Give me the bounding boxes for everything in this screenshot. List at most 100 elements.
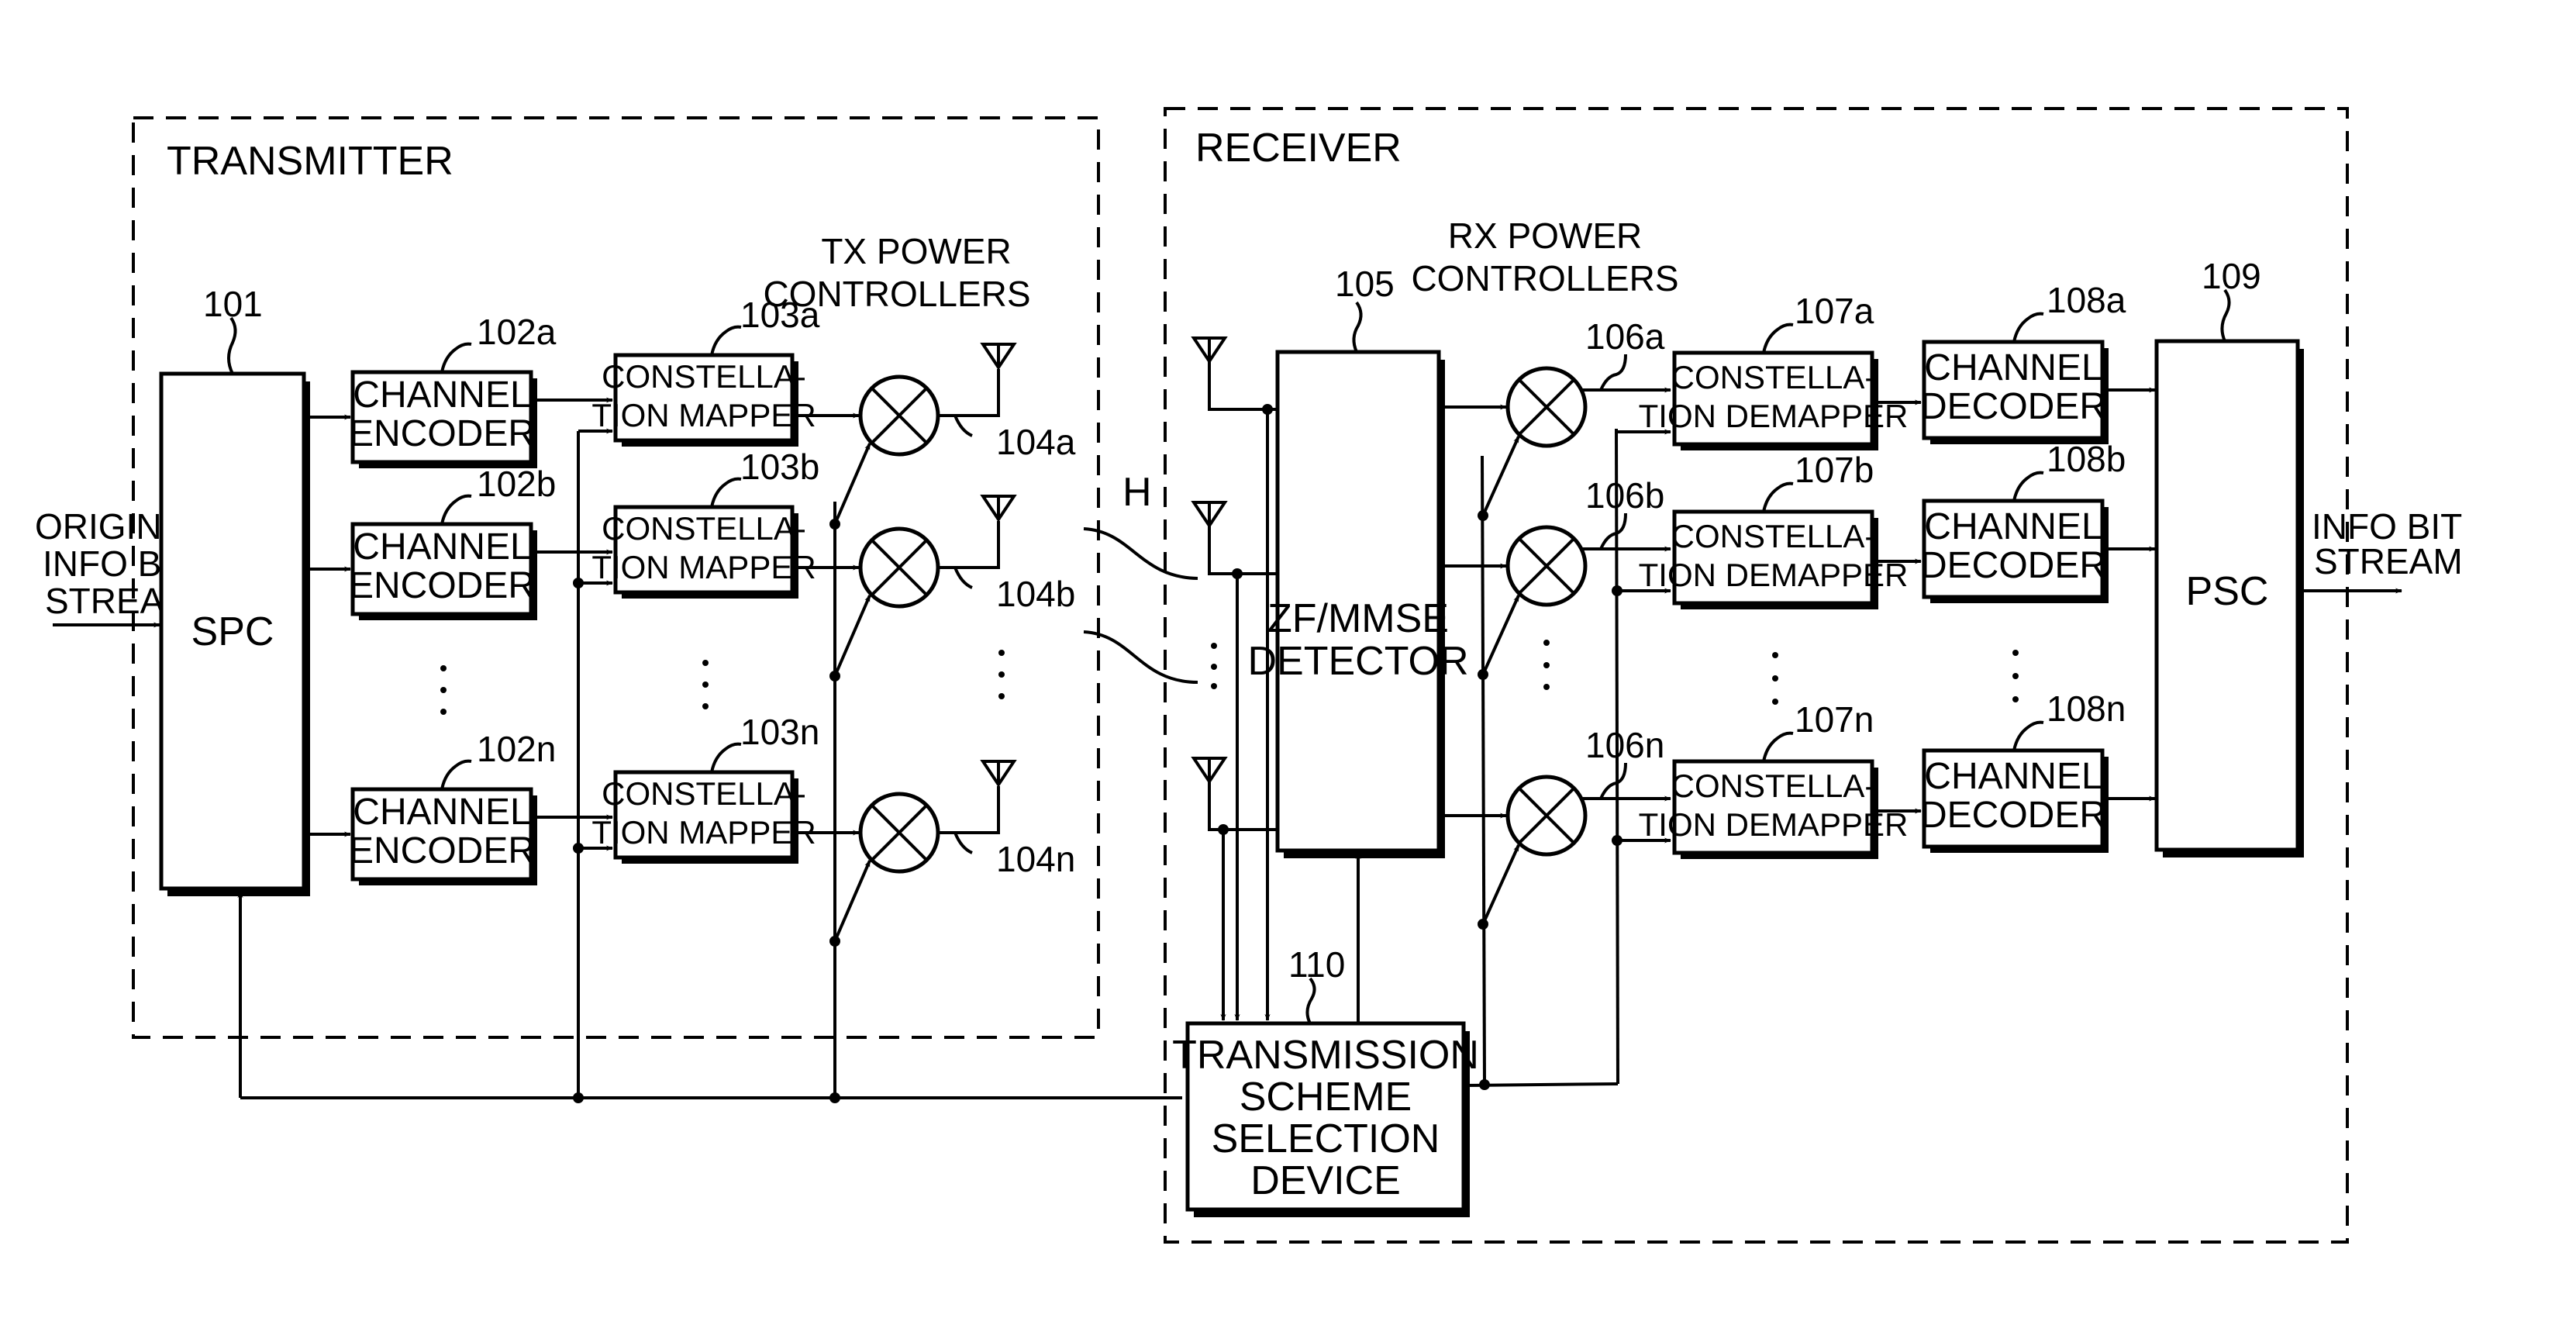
ref-107a: 107a <box>1795 291 1874 331</box>
channel-encoder-n[interactable]: CHANNELENCODER <box>349 787 537 885</box>
ref-105: 105 <box>1335 264 1395 304</box>
ref-103b: 103b <box>740 447 819 487</box>
rx-antenna-icon <box>1191 757 1228 785</box>
constellation-mapper-b[interactable]: CONSTELLA-TION MAPPER <box>591 505 816 599</box>
svg-text:CONTROLLERS: CONTROLLERS <box>1411 258 1678 298</box>
rx-power-controllers-label: RX POWER CONTROLLERS <box>1411 216 1678 298</box>
tx-power-controller-a[interactable] <box>858 374 940 457</box>
transmission-scheme-selection-device[interactable]: TRANSMISSION SCHEME SELECTION DEVICE <box>1172 1021 1479 1217</box>
tx-power-controller-n[interactable] <box>858 792 940 874</box>
tx-chain-row: CHANNELENCODER 102b CONSTELLA-TION MAPPER 1… <box>304 447 1075 681</box>
leader-102a <box>440 342 472 373</box>
ref-104n: 104n <box>996 839 1075 879</box>
ref-106n: 106n <box>1585 725 1664 765</box>
leader-107a <box>1762 323 1794 354</box>
tx-antenna-icon <box>980 495 1017 523</box>
tx-power-controller-b[interactable] <box>858 526 940 609</box>
constellation-demapper-b-label-line1: CONSTELLA- <box>1671 518 1876 554</box>
leader-108b <box>2012 471 2044 502</box>
leader-101 <box>227 316 237 374</box>
ref-104a: 104a <box>996 422 1076 462</box>
channel-encoder-a[interactable]: CHANNELENCODER <box>349 370 537 468</box>
leader-103n <box>710 742 742 773</box>
leader-102n <box>440 759 472 790</box>
rx-power-controller-n[interactable] <box>1505 775 1588 857</box>
demapper-control-bus <box>1615 428 1619 1085</box>
detector-label-line2: DETECTOR <box>1247 639 1468 684</box>
constellation-demapper-n[interactable]: CONSTELLA-TION DEMAPPER <box>1639 759 1909 859</box>
rx-antenna-icon <box>1191 336 1228 364</box>
channel-path-2 <box>1083 630 1198 684</box>
rx-power-control-bus <box>1481 455 1486 1085</box>
rx-power-controller-a[interactable] <box>1505 366 1588 448</box>
rx-power-controller-b[interactable] <box>1505 525 1588 607</box>
rx-ellipsis <box>1543 640 2019 705</box>
psc-label: PSC <box>2186 569 2269 614</box>
svg-text:STREAM: STREAM <box>2314 541 2463 581</box>
tssd-label-line4: DEVICE <box>1250 1158 1401 1203</box>
channel-encoder-a-label-line2: ENCODER <box>349 413 535 454</box>
ref-104b: 104b <box>996 574 1075 614</box>
ref-106b: 106b <box>1585 475 1664 516</box>
channel-encoder-n-label-line1: CHANNEL <box>353 792 530 833</box>
detector-label-line1: ZF/MMSE <box>1267 596 1449 641</box>
ref-108b: 108b <box>2047 439 2126 479</box>
mimo-block-diagram: TRANSMITTER RECEIVER ORIGINAL INFO BIT S… <box>35 107 2463 1244</box>
leader-110 <box>1305 977 1316 1024</box>
channel-decoder-a[interactable]: CHANNELDECODER <box>1920 340 2109 444</box>
constellation-mapper-n-label-line1: CONSTELLA- <box>602 775 806 812</box>
channel-decoder-b-label-line2: DECODER <box>1920 545 2106 586</box>
tx-ellipsis <box>440 650 1005 715</box>
zf-mmse-detector-block[interactable]: ZF/MMSE DETECTOR <box>1247 350 1469 858</box>
tssd-label-line3: SELECTION <box>1212 1116 1440 1161</box>
constellation-mapper-n-label-line2: TION MAPPER <box>591 814 816 851</box>
constellation-mapper-a-label-line2: TION MAPPER <box>591 397 816 433</box>
channel-decoder-b-label-line1: CHANNEL <box>1924 506 2102 547</box>
channel-encoder-n-label-line2: ENCODER <box>349 830 535 871</box>
constellation-demapper-n-label-line2: TION DEMAPPER <box>1639 806 1909 843</box>
tx-antenna-icon <box>980 760 1017 788</box>
channel-decoder-b[interactable]: CHANNELDECODER <box>1920 499 2109 603</box>
leader-107n <box>1762 731 1794 762</box>
constellation-demapper-b[interactable]: CONSTELLA-TION DEMAPPER <box>1639 509 1909 609</box>
constellation-mapper-b-label-line1: CONSTELLA- <box>602 510 806 547</box>
channel-decoder-n-label-line2: DECODER <box>1920 795 2106 836</box>
ref-102b: 102b <box>477 464 556 504</box>
receiver-title: RECEIVER <box>1195 126 1402 171</box>
constellation-mapper-n[interactable]: CONSTELLA-TION MAPPER <box>591 770 816 864</box>
channel-decoder-a-label-line1: CHANNEL <box>1924 347 2102 388</box>
rx-chain-row: 106nCONSTELLA-TION DEMAPPER 107n CHANNELDE… <box>1445 688 2156 930</box>
leader-107b <box>1762 481 1794 512</box>
tssd-label-line2: SCHEME <box>1240 1075 1412 1120</box>
ref-106a: 106a <box>1585 316 1665 357</box>
spc-block[interactable]: SPC <box>159 371 310 896</box>
svg-text:CONTROLLERS: CONTROLLERS <box>763 274 1030 314</box>
ref-109: 109 <box>2202 256 2261 296</box>
ref-107b: 107b <box>1795 450 1874 490</box>
output-label: INFO BIT STREAM <box>2312 506 2463 581</box>
tx-power-controllers-label: TX POWER CONTROLLERS <box>763 231 1030 314</box>
ref-110: 110 <box>1288 944 1345 985</box>
channel-encoder-b-label-line1: CHANNEL <box>353 526 530 568</box>
ref-102a: 102a <box>477 312 557 352</box>
rx-antenna-icon <box>1191 501 1228 529</box>
constellation-mapper-a[interactable]: CONSTELLA-TION MAPPER <box>591 353 816 447</box>
tssd-label-line1: TRANSMISSION <box>1172 1033 1479 1078</box>
ref-101: 101 <box>203 284 263 324</box>
ref-107n: 107n <box>1795 699 1874 740</box>
tx-chain-row: CHANNELENCODER102aCONSTELLA-TION MAPPER1… <box>304 295 1076 530</box>
constellation-mapper-a-label-line1: CONSTELLA- <box>602 358 806 395</box>
constellation-demapper-a[interactable]: CONSTELLA-TION DEMAPPER <box>1639 350 1909 450</box>
channel-ellipsis <box>1211 643 1217 689</box>
leader-108a <box>2012 312 2044 343</box>
psc-block[interactable]: PSC <box>2154 339 2304 857</box>
constellation-demapper-n-label-line1: CONSTELLA- <box>1671 768 1876 804</box>
leader-109 <box>2220 288 2231 342</box>
svg-text:TX POWER: TX POWER <box>821 231 1011 271</box>
svg-text:RX POWER: RX POWER <box>1448 216 1642 256</box>
ref-108a: 108a <box>2047 280 2126 320</box>
channel-decoder-n[interactable]: CHANNELDECODER <box>1920 748 2109 853</box>
constellation-demapper-b-label-line2: TION DEMAPPER <box>1639 557 1909 593</box>
rx-chain-row: 106bCONSTELLA-TION DEMAPPER 107b CHANNELDE… <box>1445 439 2156 680</box>
channel-encoder-b[interactable]: CHANNELENCODER <box>349 522 537 620</box>
